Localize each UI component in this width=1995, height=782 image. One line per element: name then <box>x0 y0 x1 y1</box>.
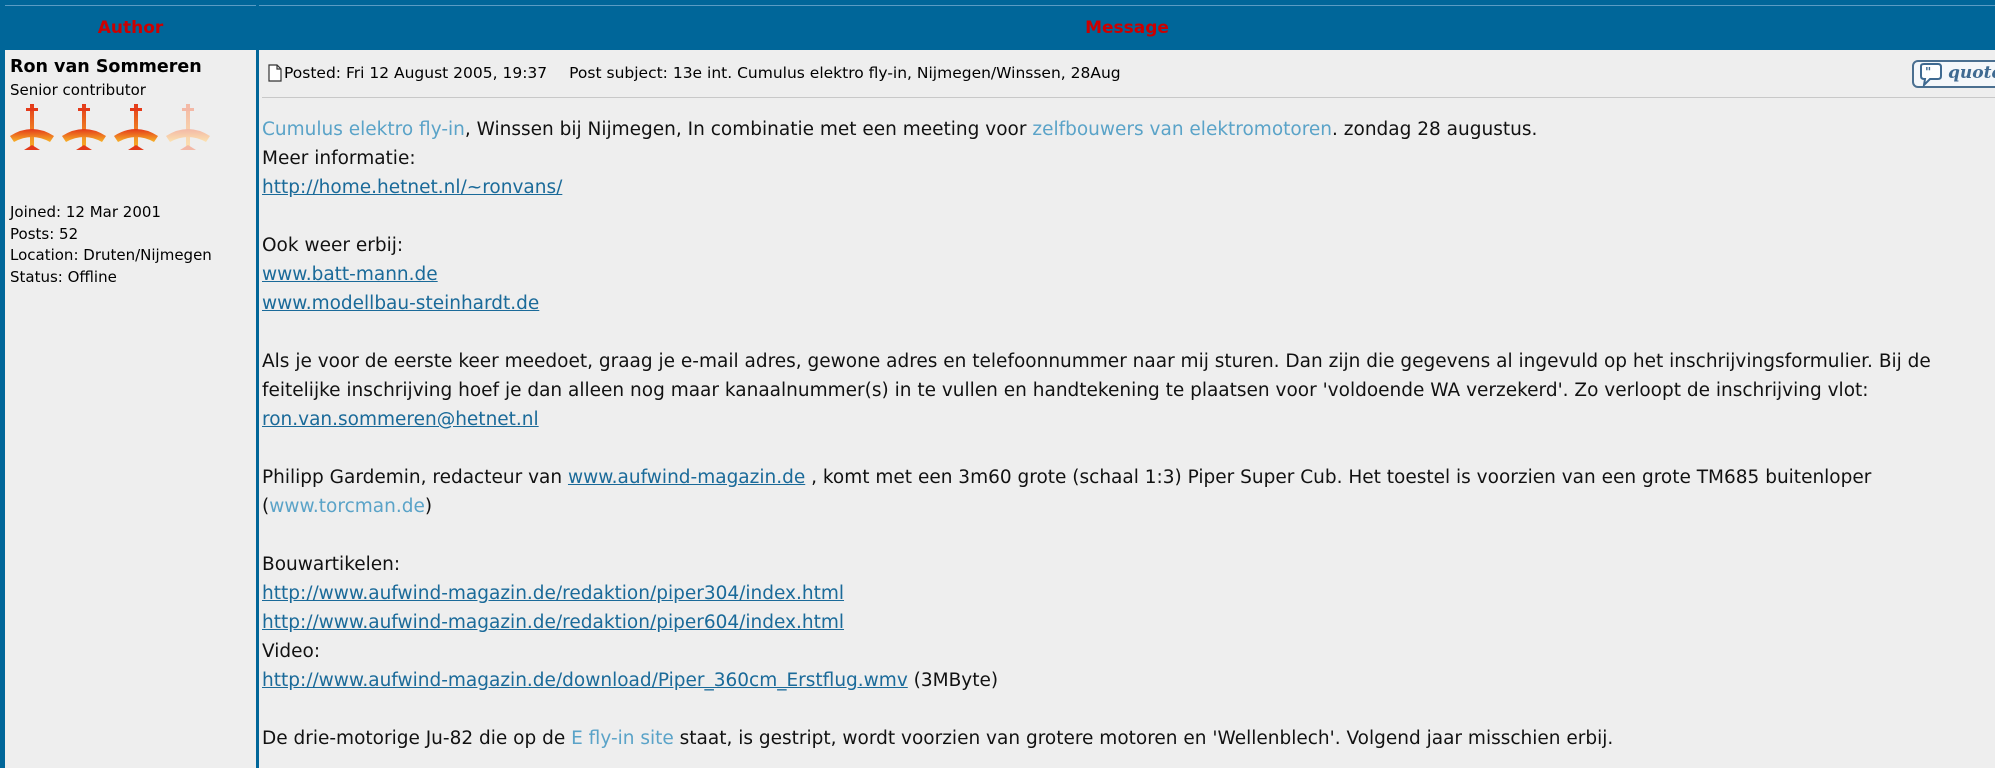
joined-date: Joined: 12 Mar 2001 <box>10 203 161 221</box>
author-profile-cell: Ron van Sommeren Senior contributor Join… <box>5 50 256 768</box>
table-header-row: Author Message <box>5 5 1995 49</box>
email-link[interactable]: ron.van.sommeren@hetnet.nl <box>262 409 539 430</box>
speech-bubble-icon: " <box>1920 63 1942 87</box>
batt-mann-link[interactable]: www.batt-mann.de <box>262 264 438 285</box>
plane-icon-faded <box>166 104 210 150</box>
intro-text: , Winssen bij Nijmegen, In combinatie me… <box>464 119 1033 140</box>
ju82-text-1: De drie-motorige Ju-82 die op de <box>262 728 572 749</box>
author-rank-title: Senior contributor <box>10 81 146 99</box>
paragraph-ju82: De drie-motorige Ju-82 die op de E fly-i… <box>262 724 1990 753</box>
video-size: (3MByte) <box>907 670 999 691</box>
self-builders-link[interactable]: zelfbouwers van elektromotoren <box>1032 119 1332 140</box>
cumulus-fly-in-link[interactable]: Cumulus elektro fly-in <box>262 119 465 140</box>
torcman-link[interactable]: www.torcman.de <box>269 496 425 517</box>
video-label: Video: <box>262 641 321 662</box>
plane-icon <box>114 104 158 150</box>
piper604-article-link[interactable]: http://www.aufwind-magazin.de/redaktion/… <box>262 612 844 633</box>
author-location: Location: Druten/Nijmegen <box>10 246 212 264</box>
post-subject: Post subject: 13e int. Cumulus elektro f… <box>569 64 1121 82</box>
post-count: Posts: 52 <box>10 224 79 243</box>
piper-text-1: Philipp Gardemin, redacteur van <box>262 467 568 488</box>
piper-video-link[interactable]: http://www.aufwind-magazin.de/download/P… <box>262 670 908 691</box>
post-header: Posted: Fri 12 August 2005, 19:37 Post su… <box>262 60 1995 88</box>
post-date: Posted: Fri 12 August 2005, 19:37 <box>284 64 548 82</box>
online-status: Status: Offline <box>10 267 117 286</box>
paragraph-intro: Cumulus elektro fly-in, Winssen bij Nijm… <box>262 115 1990 202</box>
homepage-link[interactable]: http://home.hetnet.nl/~ronvans/ <box>262 177 562 198</box>
author-stats: Joined: 12 Mar 2001 Posts: 52 Location: … <box>10 202 212 288</box>
paragraph-sponsors: Ook weer erbij: www.batt-mann.de www.mod… <box>262 231 1990 318</box>
piper304-article-link[interactable]: http://www.aufwind-magazin.de/redaktion/… <box>262 583 844 604</box>
aufwind-magazin-link[interactable]: www.aufwind-magazin.de <box>568 467 805 488</box>
paragraph-piper: Philipp Gardemin, redacteur van www.aufw… <box>262 463 1990 521</box>
more-info-label: Meer informatie: <box>262 148 416 169</box>
e-fly-in-site-link[interactable]: E fly-in site <box>571 728 674 749</box>
airplane-rank-icons <box>10 104 210 150</box>
articles-label: Bouwartikelen: <box>262 554 401 575</box>
plane-icon <box>10 104 54 150</box>
author-username[interactable]: Ron van Sommeren <box>10 57 202 77</box>
quote-label: quote <box>1948 63 1995 83</box>
post-meta: Posted: Fri 12 August 2005, 19:37 Post su… <box>284 64 1121 82</box>
modellbau-steinhardt-link[interactable]: www.modellbau-steinhardt.de <box>262 293 539 314</box>
post-document-icon[interactable] <box>268 64 282 82</box>
author-column-header: Author <box>5 5 256 49</box>
plane-icon <box>62 104 106 150</box>
piper-text-3: ) <box>424 496 433 517</box>
message-column-header: Message <box>259 5 1995 49</box>
quote-button[interactable]: " quote <box>1912 60 1995 88</box>
registration-text: Als je voor de eerste keer meedoet, graa… <box>262 351 1931 401</box>
message-cell: Posted: Fri 12 August 2005, 19:37 Post su… <box>259 50 1995 768</box>
paragraph-articles: Bouwartikelen: http://www.aufwind-magazi… <box>262 550 1990 695</box>
paragraph-registration: Als je voor de eerste keer meedoet, graa… <box>262 347 1990 434</box>
post-divider <box>262 97 1995 98</box>
sponsors-label: Ook weer erbij: <box>262 235 404 256</box>
svg-text:": " <box>1925 65 1931 79</box>
intro-date-text: . zondag 28 augustus. <box>1332 119 1538 140</box>
ju82-text-2: staat, is gestript, wordt voorzien van g… <box>673 728 1614 749</box>
post-body: Cumulus elektro fly-in, Winssen bij Nijm… <box>262 115 1990 782</box>
